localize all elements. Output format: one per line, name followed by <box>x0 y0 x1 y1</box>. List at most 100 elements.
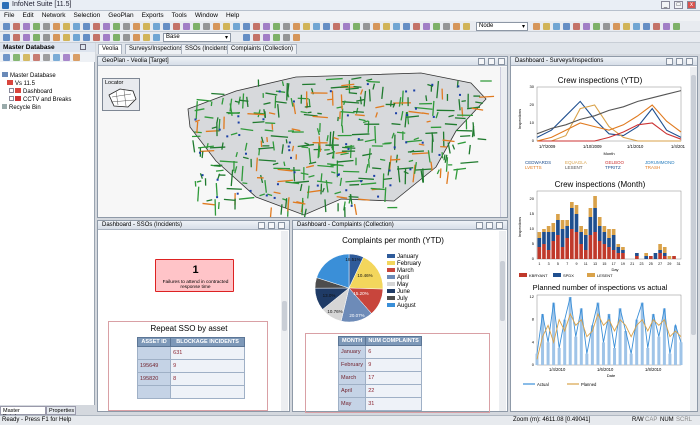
toolbar-icon[interactable] <box>413 23 420 30</box>
tree-item-recycle-bin[interactable]: Recycle Bin <box>2 104 41 111</box>
toolbar-icon[interactable] <box>73 23 80 30</box>
toolbar-icon[interactable] <box>383 23 390 30</box>
toolbar-icon[interactable] <box>53 54 60 61</box>
toolbar-icon[interactable] <box>23 34 30 41</box>
toolbar-icon[interactable] <box>43 54 50 61</box>
tab-veolia[interactable]: Veolia <box>98 44 123 54</box>
toolbar-icon[interactable] <box>623 23 630 30</box>
toolbar-icon[interactable] <box>653 23 660 30</box>
toolbar-icon[interactable] <box>553 23 560 30</box>
toolbar-icon[interactable] <box>393 23 400 30</box>
column-header[interactable]: MONTH <box>337 336 367 346</box>
toolbar-icon[interactable] <box>333 23 340 30</box>
maximize-pane-button[interactable] <box>488 58 495 65</box>
toolbar-icon[interactable] <box>33 34 40 41</box>
locator-box[interactable]: Locator <box>102 78 140 111</box>
toolbar-icon[interactable] <box>153 34 160 41</box>
toolbar-icon[interactable] <box>353 23 360 30</box>
toolbar-icon[interactable] <box>193 23 200 30</box>
panel-tab-master-database[interactable]: Master Database <box>0 406 46 420</box>
toolbar-icon[interactable] <box>273 23 280 30</box>
toolbar-icon[interactable] <box>223 23 230 30</box>
toolbar-icon[interactable] <box>73 34 80 41</box>
minimize-pane-button[interactable] <box>258 222 265 229</box>
minimize-button[interactable]: _ <box>661 1 670 9</box>
minimize-pane-button[interactable] <box>476 222 483 229</box>
tab-complaints[interactable]: Complaints (Collection) <box>227 44 298 54</box>
tab-surveys[interactable]: Surveys/Inspections <box>125 44 187 54</box>
close-pane-button[interactable] <box>496 222 503 229</box>
toolbar-icon[interactable] <box>23 54 30 61</box>
toolbar-icon[interactable] <box>433 23 440 30</box>
toolbar-icon[interactable] <box>123 34 130 41</box>
toolbar-icon[interactable] <box>403 23 410 30</box>
table-row[interactable]: 195820 8 <box>136 372 245 386</box>
toolbar-icon[interactable] <box>663 23 670 30</box>
toolbar-icon[interactable] <box>323 23 330 30</box>
toolbar-icon[interactable] <box>113 34 120 41</box>
toolbar-icon[interactable] <box>13 54 20 61</box>
column-header[interactable]: NUM COMPLAINTS <box>365 336 422 346</box>
toolbar-icon[interactable] <box>133 34 140 41</box>
toolbar-icon[interactable] <box>283 23 290 30</box>
toolbar-icon[interactable] <box>263 34 270 41</box>
menu-item[interactable]: Edit <box>18 11 37 19</box>
toolbar-icon[interactable] <box>633 23 640 30</box>
toolbar-icon[interactable] <box>423 23 430 30</box>
toolbar-icon[interactable] <box>73 54 80 61</box>
close-button[interactable]: x <box>687 1 696 9</box>
table-row[interactable]: March 17 <box>337 371 422 385</box>
toolbar-icon[interactable] <box>153 23 160 30</box>
toolbar-icon[interactable] <box>183 23 190 30</box>
toolbar-icon[interactable] <box>603 23 610 30</box>
toolbar-icon[interactable] <box>453 23 460 30</box>
maximize-pane-button[interactable] <box>268 222 275 229</box>
toolbar-icon[interactable] <box>13 23 20 30</box>
close-pane-button[interactable] <box>498 58 505 65</box>
maximize-button[interactable]: □ <box>674 1 683 9</box>
toolbar-icon[interactable] <box>43 23 50 30</box>
expand-icon[interactable] <box>9 88 14 93</box>
toolbar-icon[interactable] <box>543 23 550 30</box>
close-pane-button[interactable] <box>686 58 693 65</box>
toolbar-icon[interactable] <box>93 34 100 41</box>
toolbar-icon[interactable] <box>3 54 10 61</box>
menu-item[interactable]: Selection <box>70 11 105 19</box>
toolbar-icon[interactable] <box>343 23 350 30</box>
toolbar-icon[interactable] <box>563 23 570 30</box>
toolbar-icon[interactable] <box>643 23 650 30</box>
column-header[interactable]: ASSET ID <box>136 337 172 347</box>
toolbar-icon[interactable] <box>43 34 50 41</box>
minimize-pane-button[interactable] <box>666 58 673 65</box>
toolbar-icon[interactable] <box>63 34 70 41</box>
toolbar-icon[interactable] <box>363 23 370 30</box>
column-header[interactable]: BLOCKAGE INCIDENTS <box>170 337 245 347</box>
tree-item-version[interactable]: Vs 11.5 <box>7 80 35 87</box>
toolbar-icon[interactable] <box>673 23 680 30</box>
toolbar-icon[interactable] <box>163 23 170 30</box>
panel-tab-properties[interactable]: Properties <box>46 406 76 415</box>
toolbar-icon[interactable] <box>293 23 300 30</box>
toolbar-icon[interactable] <box>83 34 90 41</box>
toolbar-icon[interactable] <box>213 23 220 30</box>
menu-item[interactable]: Help <box>222 11 243 19</box>
toolbar-icon[interactable] <box>53 23 60 30</box>
toolbar-icon[interactable] <box>253 34 260 41</box>
toolbar-icon[interactable] <box>133 23 140 30</box>
toolbar-icon[interactable] <box>593 23 600 30</box>
toolbar-icon[interactable] <box>173 23 180 30</box>
menu-item[interactable]: Window <box>191 11 222 19</box>
node-select[interactable]: Node ▾ <box>476 22 528 31</box>
toolbar-icon[interactable] <box>463 23 470 30</box>
expand-icon[interactable] <box>9 96 14 101</box>
toolbar-icon[interactable] <box>33 54 40 61</box>
tree-item-cctv[interactable]: CCTV and Breaks <box>9 96 71 103</box>
table-row[interactable]: 195649 9 <box>136 359 245 373</box>
toolbar-icon[interactable] <box>33 23 40 30</box>
close-pane-button[interactable] <box>278 222 285 229</box>
toolbar-icon[interactable] <box>253 23 260 30</box>
toolbar-icon[interactable] <box>63 23 70 30</box>
toolbar-icon[interactable] <box>533 23 540 30</box>
toolbar-icon[interactable] <box>243 23 250 30</box>
toolbar-icon[interactable] <box>373 23 380 30</box>
